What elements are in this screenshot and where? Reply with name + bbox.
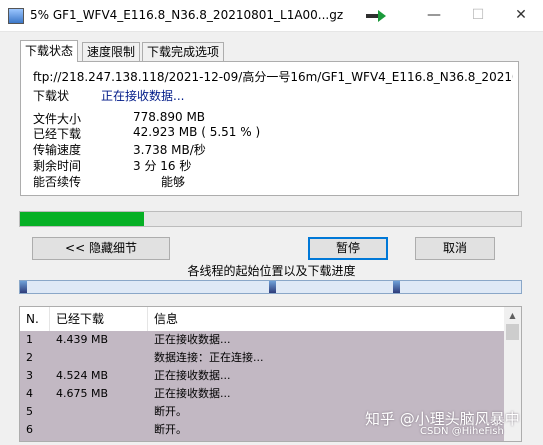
status-panel: ftp://218.247.138.118/2021-12-09/高分一号16m…	[20, 61, 519, 196]
thread-position-bar	[19, 280, 522, 294]
cell-downloaded: 4.524 MB	[56, 369, 109, 382]
app-icon	[8, 8, 24, 24]
column-header-info[interactable]: 信息	[148, 307, 504, 331]
table-row[interactable]: 3 4.524 MB 正在接收数据...	[20, 367, 504, 385]
info-value: 3.738 MB/秒	[133, 143, 206, 157]
table-row[interactable]: 2 数据连接：正在连接...	[20, 349, 504, 367]
threads-label: 各线程的起始位置以及下载进度	[187, 264, 356, 278]
cell-downloaded	[50, 349, 154, 367]
info-value: 3 分 16 秒	[133, 159, 192, 173]
download-arrow-icon	[366, 10, 386, 22]
thread-marker	[20, 281, 27, 293]
download-progress-bar	[19, 211, 522, 227]
info-label: 剩余时间	[33, 159, 82, 173]
info-label: 传输速度	[33, 143, 82, 157]
progress-fill	[20, 212, 144, 226]
pause-button[interactable]: 暂停	[308, 237, 388, 260]
cell-downloaded: 4.675 MB	[56, 387, 109, 400]
scroll-up-icon[interactable]: ▲	[504, 307, 521, 324]
column-header-downloaded[interactable]: 已经下载	[50, 307, 148, 331]
minimize-button[interactable]: —	[412, 0, 456, 31]
thread-marker	[269, 281, 276, 293]
thread-marker	[393, 281, 400, 293]
cell-downloaded	[50, 421, 154, 439]
title-bar: 5% GF1_WFV4_E116.8_N36.8_20210801_L1A00.…	[0, 0, 543, 32]
tab-completion-options[interactable]: 下载完成选项	[142, 42, 225, 61]
cell-info: 正在接收数据...	[154, 387, 231, 400]
cell-info: 正在接收数据...	[154, 333, 231, 346]
list-header: N. 已经下载 信息	[20, 307, 504, 331]
tab-speed-limit[interactable]: 速度限制	[82, 42, 141, 61]
status-value: 正在接收数据...	[101, 89, 185, 103]
maximize-button[interactable]: ☐	[456, 0, 500, 31]
tab-download-status[interactable]: 下载状态	[20, 40, 79, 62]
table-row[interactable]: 1 4.439 MB 正在接收数据...	[20, 331, 504, 349]
cell-downloaded	[50, 403, 154, 421]
status-label: 下载状	[33, 89, 70, 103]
info-label: 能否续传	[33, 175, 82, 189]
cancel-button[interactable]: 取消	[415, 237, 495, 260]
table-row[interactable]: 4 4.675 MB 正在接收数据...	[20, 385, 504, 403]
cell-info: 数据连接：正在连接...	[154, 351, 264, 364]
info-value: 42.923 MB ( 5.51 % )	[133, 125, 261, 139]
window-title: 5% GF1_WFV4_E116.8_N36.8_20210801_L1A00.…	[30, 8, 344, 22]
hide-details-button[interactable]: << 隐藏细节	[32, 237, 170, 260]
cell-downloaded: 4.439 MB	[56, 333, 109, 346]
info-value: 能够	[161, 175, 186, 189]
cell-info: 正在接收数据...	[154, 369, 231, 382]
download-url: ftp://218.247.138.118/2021-12-09/高分一号16m…	[33, 70, 513, 84]
scroll-thumb[interactable]	[506, 324, 519, 340]
watermark-sub: CSDN @HiheFish	[420, 426, 504, 437]
info-label: 已经下载	[33, 127, 82, 141]
close-button[interactable]: ✕	[499, 0, 543, 31]
info-value: 778.890 MB	[133, 110, 206, 124]
column-header-n[interactable]: N.	[20, 307, 50, 331]
